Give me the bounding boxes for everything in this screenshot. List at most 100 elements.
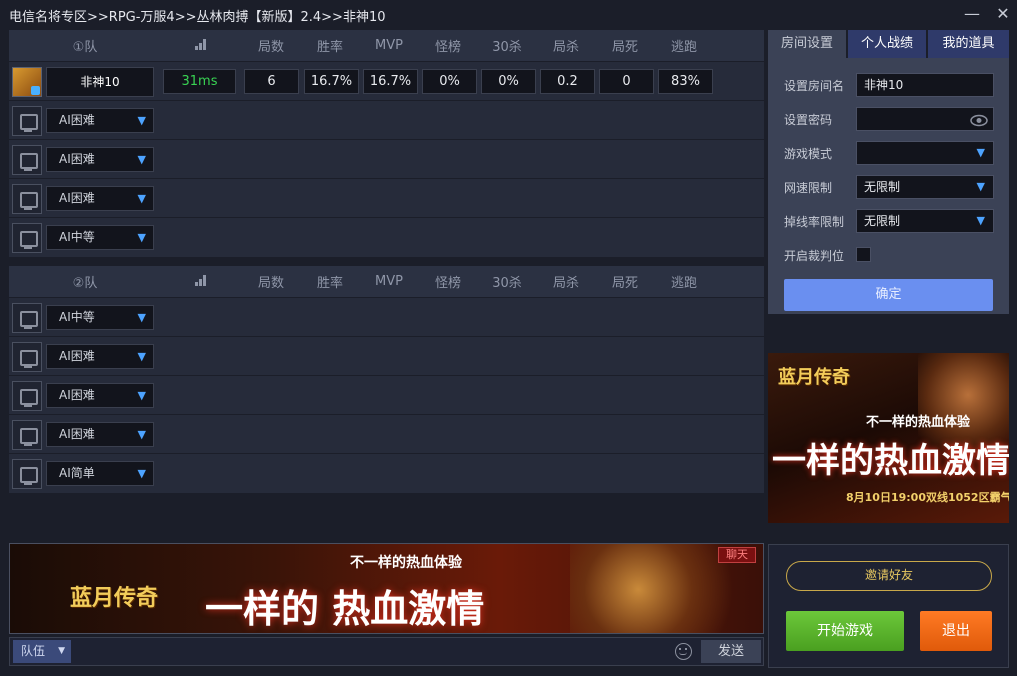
side-ad-logo: 蓝月传奇 xyxy=(778,367,850,388)
confirm-button[interactable]: 确定 xyxy=(784,279,993,311)
send-button[interactable]: 发送 xyxy=(701,640,761,663)
side-ad[interactable]: 蓝月传奇 不一样的热血体验 一样的热血激情 8月10日19:00双线1052区霸… xyxy=(768,353,1009,523)
team2-slot-4: AI困难 ▼ xyxy=(9,415,764,454)
team2-header: ②队 局数 胜率 MVP 怪榜 30杀 局杀 局死 逃跑 xyxy=(9,266,764,298)
chevron-down-icon: ▼ xyxy=(976,180,985,193)
team1-slot-4: AI中等 ▼ xyxy=(9,218,764,257)
ai-difficulty-select[interactable]: AI困难 ▼ xyxy=(46,344,154,369)
signal-icon xyxy=(191,274,211,290)
room-settings-form: 设置房间名 非神10 设置密码 游戏模式 ▼ 网速限制 无限制 ▼ 掉线率限制 … xyxy=(768,58,1009,314)
ai-difficulty-value: AI困难 xyxy=(59,427,95,441)
team2-slot-2: AI困难 ▼ xyxy=(9,337,764,376)
team1-col-death: 局死 xyxy=(611,40,638,55)
side-ad-headline: 一样的热血激情 xyxy=(772,441,1009,481)
team2-label: ②队 xyxy=(72,276,98,291)
stat-rounds: 6 xyxy=(244,69,299,94)
chevron-down-icon: ▼ xyxy=(137,389,146,402)
exit-button[interactable]: 退出 xyxy=(920,611,992,651)
close-icon[interactable]: ✕ xyxy=(993,4,1013,24)
chevron-down-icon: ▼ xyxy=(137,350,146,363)
room-name-input[interactable]: 非神10 xyxy=(856,73,994,97)
invite-button[interactable]: 邀请好友 xyxy=(786,561,992,591)
speed-limit-value: 无限制 xyxy=(864,180,901,194)
window-title: 电信名将专区>>RPG-万服4>>丛林肉搏【新版】2.4>>非神10 xyxy=(9,10,386,25)
ai-difficulty-select[interactable]: AI困难 ▼ xyxy=(46,147,154,172)
team1-panel: ①队 局数 胜率 MVP 怪榜 30杀 局杀 局死 逃跑 非神10 31ms 6… xyxy=(9,30,764,257)
ai-difficulty-select[interactable]: AI中等 ▼ xyxy=(46,225,154,250)
team2-panel: ②队 局数 胜率 MVP 怪榜 30杀 局杀 局死 逃跑 AI中等 ▼ AI困难 ▼… xyxy=(9,266,764,493)
referee-checkbox[interactable] xyxy=(856,247,871,262)
minimize-icon[interactable]: — xyxy=(962,4,982,24)
stat-monster: 0% xyxy=(422,69,477,94)
team-channel-select[interactable]: 队伍 ▼ xyxy=(13,640,71,663)
team1-label: ①队 xyxy=(72,40,98,55)
drop-rate-value: 无限制 xyxy=(864,214,901,228)
tab-personal-record[interactable]: 个人战绩 xyxy=(848,30,926,58)
team1-slot-3: AI困难 ▼ xyxy=(9,179,764,218)
drop-rate-select[interactable]: 无限制 ▼ xyxy=(856,209,994,233)
team2-col-rounds: 局数 xyxy=(257,276,284,291)
stat-killavg: 0.2 xyxy=(540,69,595,94)
ai-difficulty-select[interactable]: AI中等 ▼ xyxy=(46,305,154,330)
chevron-down-icon: ▼ xyxy=(137,467,146,480)
team2-slot-3: AI困难 ▼ xyxy=(9,376,764,415)
chat-badge[interactable]: 聊天 xyxy=(718,547,756,563)
chevron-down-icon: ▼ xyxy=(976,214,985,227)
game-mode-select[interactable]: ▼ xyxy=(856,141,994,165)
team2-col-winrate: 胜率 xyxy=(316,276,343,291)
robot-icon xyxy=(12,223,42,253)
action-panel: 邀请好友 开始游戏 退出 xyxy=(768,544,1009,668)
start-game-button[interactable]: 开始游戏 xyxy=(786,611,904,651)
stat-30kill: 0% xyxy=(481,69,536,94)
team1-col-30kill: 30杀 xyxy=(492,40,522,55)
team1-slot-1: AI困难 ▼ xyxy=(9,101,764,140)
team2-slot-5: AI简单 ▼ xyxy=(9,454,764,493)
team1-col-rounds: 局数 xyxy=(257,40,284,55)
stat-death: 0 xyxy=(599,69,654,94)
chevron-down-icon: ▼ xyxy=(137,114,146,127)
password-input[interactable] xyxy=(856,107,994,131)
ai-difficulty-select[interactable]: AI简单 ▼ xyxy=(46,461,154,486)
team2-slot-1: AI中等 ▼ xyxy=(9,298,764,337)
ai-difficulty-select[interactable]: AI困难 ▼ xyxy=(46,383,154,408)
chevron-down-icon: ▼ xyxy=(137,428,146,441)
title-bar: 电信名将专区>>RPG-万服4>>丛林肉搏【新版】2.4>>非神10 — ✕ xyxy=(0,0,1017,28)
team2-col-killavg: 局杀 xyxy=(552,276,579,291)
ai-difficulty-value: AI中等 xyxy=(59,310,95,324)
chevron-down-icon: ▼ xyxy=(137,231,146,244)
robot-icon xyxy=(12,459,42,489)
banner-ad[interactable]: 蓝月传奇 不一样的热血体验 一样的 热血激情 聊天 xyxy=(9,543,764,634)
stat-escape: 83% xyxy=(658,69,713,94)
banner-logo: 蓝月传奇 xyxy=(70,585,159,611)
robot-icon xyxy=(12,303,42,333)
team1-header: ①队 局数 胜率 MVP 怪榜 30杀 局杀 局死 逃跑 xyxy=(9,30,764,62)
chat-bar: 队伍 ▼ 发送 xyxy=(9,637,764,666)
avatar[interactable] xyxy=(12,67,42,97)
ai-difficulty-select[interactable]: AI困难 ▼ xyxy=(46,186,154,211)
eye-icon[interactable] xyxy=(970,112,988,134)
robot-icon xyxy=(12,145,42,175)
robot-icon xyxy=(12,342,42,372)
ai-difficulty-value: AI困难 xyxy=(59,349,95,363)
referee-label: 开启裁判位 xyxy=(784,249,845,263)
team1-col-winrate: 胜率 xyxy=(316,40,343,55)
emoji-icon[interactable] xyxy=(675,643,692,660)
signal-icon xyxy=(191,38,211,54)
chat-input[interactable] xyxy=(74,640,664,663)
player-row: 非神10 31ms 6 16.7% 16.7% 0% 0% 0.2 0 83% xyxy=(9,62,764,101)
team1-col-escape: 逃跑 xyxy=(670,40,697,55)
game-mode-label: 游戏模式 xyxy=(784,147,833,161)
caret-down-icon: ▼ xyxy=(58,646,65,656)
ai-difficulty-select[interactable]: AI困难 ▼ xyxy=(46,108,154,133)
tab-my-items[interactable]: 我的道具 xyxy=(928,30,1009,58)
team2-col-monster: 怪榜 xyxy=(434,276,461,291)
speed-limit-select[interactable]: 无限制 ▼ xyxy=(856,175,994,199)
ai-difficulty-value: AI困难 xyxy=(59,191,95,205)
tab-room-settings[interactable]: 房间设置 xyxy=(768,30,846,58)
team2-col-30kill: 30杀 xyxy=(492,276,522,291)
ai-difficulty-select[interactable]: AI困难 ▼ xyxy=(46,422,154,447)
team1-slot-2: AI困难 ▼ xyxy=(9,140,764,179)
chevron-down-icon: ▼ xyxy=(976,146,985,159)
speed-limit-label: 网速限制 xyxy=(784,181,833,195)
side-ad-slogan: 不一样的热血体验 xyxy=(866,415,971,430)
